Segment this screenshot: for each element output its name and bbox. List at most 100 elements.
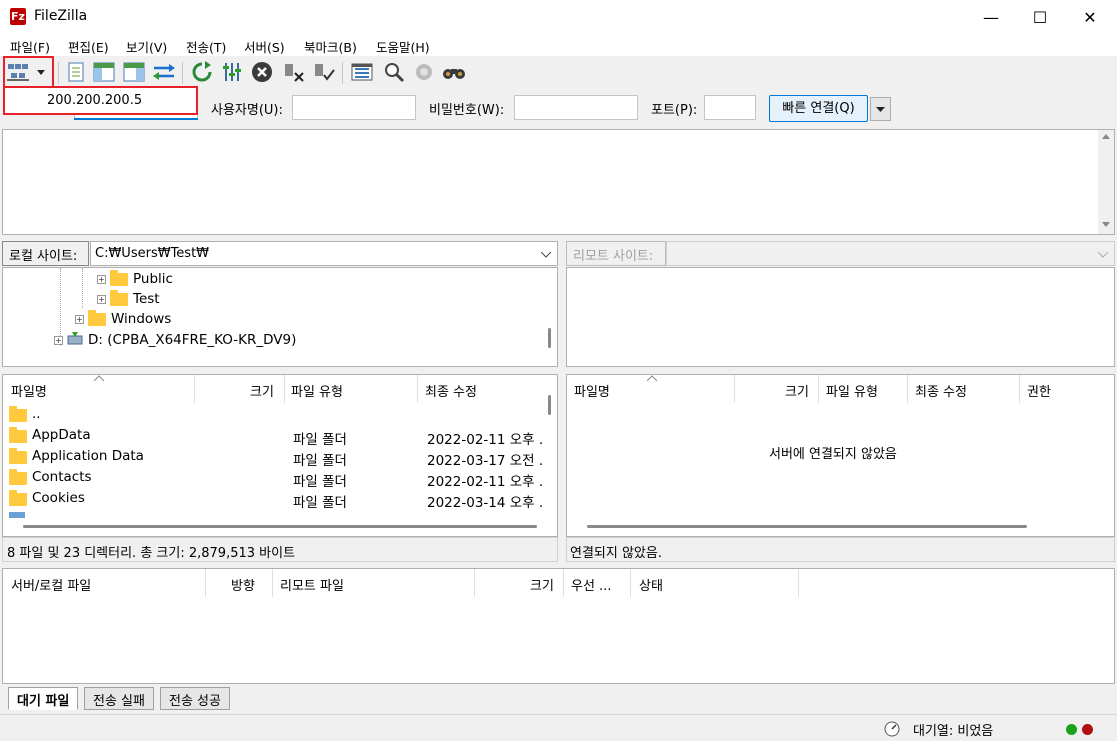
- scroll-up-icon[interactable]: [1102, 134, 1110, 139]
- transfer-queue[interactable]: 서버/로컬 파일 방향 리모트 파일 크기 우선 ... 상태: [2, 568, 1115, 684]
- toggle-message-log-icon[interactable]: [64, 60, 88, 84]
- menu-file[interactable]: 파일(F): [10, 37, 50, 56]
- password-field[interactable]: [514, 95, 638, 120]
- synchronized-browsing-icon[interactable]: [412, 60, 436, 84]
- chevron-down-icon[interactable]: [1098, 252, 1108, 258]
- column-divider[interactable]: [563, 569, 564, 597]
- expand-icon[interactable]: +: [54, 335, 63, 345]
- cancel-operation-icon[interactable]: [250, 60, 274, 84]
- col-remote-file[interactable]: 리모트 파일: [280, 575, 344, 594]
- file-name: Cookies: [32, 489, 85, 506]
- local-file-list[interactable]: 파일명 크기 파일 유형 최종 수정 .. AppData 파일 폴더 2022…: [2, 374, 558, 537]
- column-divider[interactable]: [734, 375, 735, 403]
- scroll-down-icon[interactable]: [1102, 222, 1110, 227]
- refresh-icon[interactable]: [190, 60, 214, 84]
- col-filetype[interactable]: 파일 유형: [291, 381, 343, 400]
- file-row[interactable]: AppData 파일 폴더 2022-02-11 오후 .: [9, 426, 549, 448]
- port-field[interactable]: [704, 95, 756, 120]
- col-filename[interactable]: 파일명: [574, 381, 610, 400]
- chevron-down-icon[interactable]: [541, 252, 551, 258]
- site-entry[interactable]: 200.200.200.5: [47, 93, 142, 108]
- message-log[interactable]: [2, 129, 1115, 235]
- col-direction[interactable]: 방향: [231, 575, 255, 594]
- toggle-transfer-queue-icon[interactable]: [152, 60, 176, 84]
- disconnect-icon[interactable]: [282, 60, 306, 84]
- menu-view[interactable]: 보기(V): [126, 37, 167, 56]
- quickconnect-button[interactable]: 빠른 연결(Q): [769, 95, 868, 122]
- menu-transfer[interactable]: 전송(T): [186, 37, 226, 56]
- file-row[interactable]: ..: [9, 405, 549, 426]
- tab-successful-transfers[interactable]: 전송 성공: [160, 687, 230, 710]
- file-row[interactable]: Application Data 파일 폴더 2022-03-17 오전 .: [9, 447, 549, 469]
- tree-item[interactable]: + Test: [97, 289, 160, 307]
- column-divider[interactable]: [818, 375, 819, 403]
- toggle-local-tree-icon[interactable]: [92, 60, 116, 84]
- col-size[interactable]: 크기: [250, 381, 274, 400]
- col-priority[interactable]: 우선 ...: [571, 575, 611, 594]
- column-divider[interactable]: [284, 375, 285, 403]
- local-site-label-box: 로컬 사이트:: [2, 241, 89, 266]
- column-divider[interactable]: [630, 569, 631, 597]
- quickconnect-history-button[interactable]: [870, 97, 891, 121]
- maximize-button[interactable]: ☐: [1017, 0, 1063, 34]
- col-permissions[interactable]: 권한: [1027, 381, 1051, 400]
- expand-icon[interactable]: +: [97, 274, 106, 284]
- col-status[interactable]: 상태: [639, 575, 663, 594]
- tab-failed-transfers[interactable]: 전송 실패: [84, 687, 154, 710]
- list-scrollbar-thumb[interactable]: [548, 395, 551, 415]
- local-path-combobox[interactable]: C:₩Users₩Test₩: [90, 241, 558, 266]
- column-divider[interactable]: [1019, 375, 1020, 403]
- tree-scrollbar-thumb[interactable]: [548, 328, 551, 348]
- horizontal-scrollbar[interactable]: [3, 518, 557, 536]
- file-row[interactable]: Contacts 파일 폴더 2022-02-11 오후 .: [9, 468, 549, 490]
- hscroll-thumb[interactable]: [23, 525, 537, 528]
- toggle-remote-tree-icon[interactable]: [122, 60, 146, 84]
- col-modified[interactable]: 최종 수정: [915, 381, 967, 400]
- column-divider[interactable]: [474, 569, 475, 597]
- search-remote-files-icon[interactable]: [442, 60, 466, 84]
- column-divider[interactable]: [272, 569, 273, 597]
- column-divider[interactable]: [907, 375, 908, 403]
- menu-bookmarks[interactable]: 북마크(B): [304, 37, 357, 56]
- expand-icon[interactable]: +: [97, 294, 106, 304]
- tree-item[interactable]: + Public: [97, 269, 173, 287]
- toolbar-divider: [182, 62, 183, 84]
- col-server-local-file[interactable]: 서버/로컬 파일: [11, 575, 91, 594]
- tree-item[interactable]: + D: (CPBA_X64FRE_KO-KR_DV9): [54, 331, 296, 349]
- close-button[interactable]: ✕: [1067, 0, 1113, 34]
- menu-edit[interactable]: 편집(E): [68, 37, 109, 56]
- remote-directory-tree[interactable]: [566, 267, 1115, 367]
- remote-path-combobox[interactable]: [666, 241, 1115, 266]
- horizontal-scrollbar[interactable]: [567, 518, 1114, 536]
- site-manager-dropdown[interactable]: 200.200.200.5: [3, 86, 198, 115]
- local-directory-tree[interactable]: + Public + Test + Windows + D: (CPBA_X64FRE…: [2, 267, 558, 367]
- minimize-button[interactable]: —: [968, 0, 1014, 34]
- col-modified[interactable]: 최종 수정: [425, 381, 477, 400]
- menu-help[interactable]: 도움말(H): [376, 37, 430, 56]
- speed-limit-icon[interactable]: [884, 721, 900, 737]
- column-divider[interactable]: [205, 569, 206, 597]
- menu-server[interactable]: 서버(S): [244, 37, 285, 56]
- col-filetype[interactable]: 파일 유형: [826, 381, 878, 400]
- window-title: FileZilla: [34, 8, 88, 24]
- process-queue-icon[interactable]: [220, 60, 244, 84]
- column-divider[interactable]: [798, 569, 799, 597]
- hscroll-thumb[interactable]: [587, 525, 1027, 528]
- log-scrollbar[interactable]: [1098, 130, 1114, 234]
- col-filename[interactable]: 파일명: [11, 381, 47, 400]
- col-size[interactable]: 크기: [785, 381, 809, 400]
- expand-icon[interactable]: +: [75, 314, 84, 324]
- reconnect-icon[interactable]: [312, 60, 336, 84]
- file-row[interactable]: Cookies 파일 폴더 2022-03-14 오후 .: [9, 489, 549, 511]
- column-divider[interactable]: [194, 375, 195, 403]
- folder-icon: [88, 309, 106, 326]
- remote-file-list[interactable]: 파일명 크기 파일 유형 최종 수정 권한 서버에 연결되지 않았음: [566, 374, 1115, 537]
- directory-listing-filters-icon[interactable]: [350, 60, 374, 84]
- column-divider[interactable]: [417, 375, 418, 403]
- remote-site-label-box: 리모트 사이트:: [566, 241, 666, 266]
- user-field[interactable]: [292, 95, 416, 120]
- directory-comparison-icon[interactable]: [382, 60, 406, 84]
- tab-queued-files[interactable]: 대기 파일: [8, 687, 79, 710]
- col-size[interactable]: 크기: [530, 575, 554, 594]
- tree-item[interactable]: + Windows: [75, 309, 171, 327]
